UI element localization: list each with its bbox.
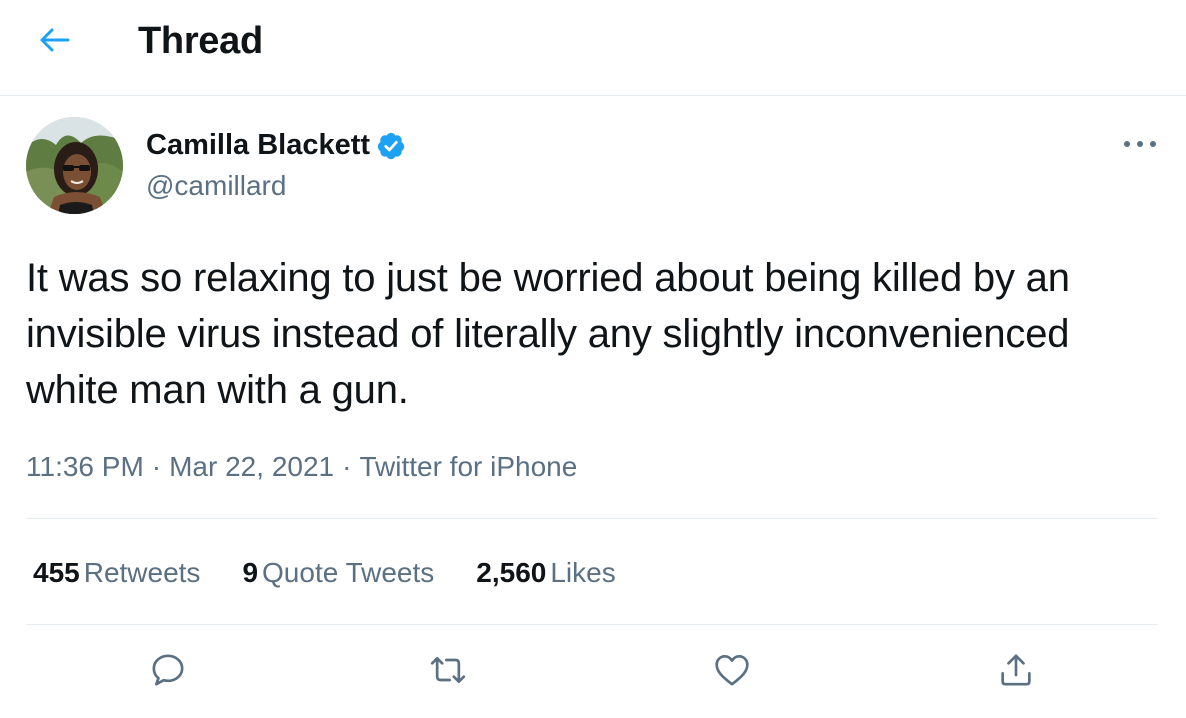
likes-label: Likes [550, 557, 616, 588]
thread-header: Thread [0, 0, 1186, 96]
share-icon [996, 650, 1036, 695]
likes-stat[interactable]: 2,560 Likes [476, 557, 615, 589]
share-button[interactable] [992, 648, 1040, 696]
meta-separator: · [342, 451, 352, 482]
reply-button[interactable] [144, 648, 192, 696]
author-name-text: Camilla Blackett [146, 129, 371, 161]
retweet-button[interactable] [424, 648, 472, 696]
like-icon [712, 650, 752, 695]
like-button[interactable] [708, 648, 756, 696]
divider [26, 624, 1158, 625]
more-button[interactable] [1118, 130, 1162, 160]
author-handle[interactable]: @camillard [146, 170, 286, 202]
tweet-time[interactable]: 11:36 PM [26, 451, 144, 483]
retweet-icon [428, 650, 468, 695]
arrow-left-icon [37, 26, 71, 59]
avatar[interactable] [26, 117, 123, 214]
divider [26, 518, 1158, 519]
tweet-source[interactable]: Twitter for iPhone [359, 451, 577, 483]
quote-tweets-label: Quote Tweets [262, 557, 435, 588]
meta-separator: · [151, 451, 162, 482]
quote-tweets-stat[interactable]: 9 Quote Tweets [242, 557, 434, 589]
retweets-label: Retweets [83, 557, 201, 588]
page-title: Thread [138, 20, 263, 62]
author-name[interactable]: Camilla Blackett [146, 129, 406, 162]
reply-icon [148, 650, 188, 695]
retweets-count: 455 [33, 557, 80, 588]
more-horizontal-icon [1122, 136, 1158, 154]
tweet-text: It was so relaxing to just be worried ab… [26, 256, 1070, 412]
back-button[interactable] [30, 22, 78, 62]
verified-badge-icon [376, 131, 406, 161]
retweets-stat[interactable]: 455 Retweets [33, 557, 200, 589]
tweet-meta: 11:36 PM · Mar 22, 2021 · Twitter for iP… [26, 451, 577, 483]
likes-count: 2,560 [476, 557, 547, 588]
quote-tweets-count: 9 [242, 557, 259, 588]
tweet-stats: 455 Retweets 9 Quote Tweets 2,560 Likes [33, 557, 658, 589]
tweet-date[interactable]: Mar 22, 2021 [169, 451, 334, 483]
